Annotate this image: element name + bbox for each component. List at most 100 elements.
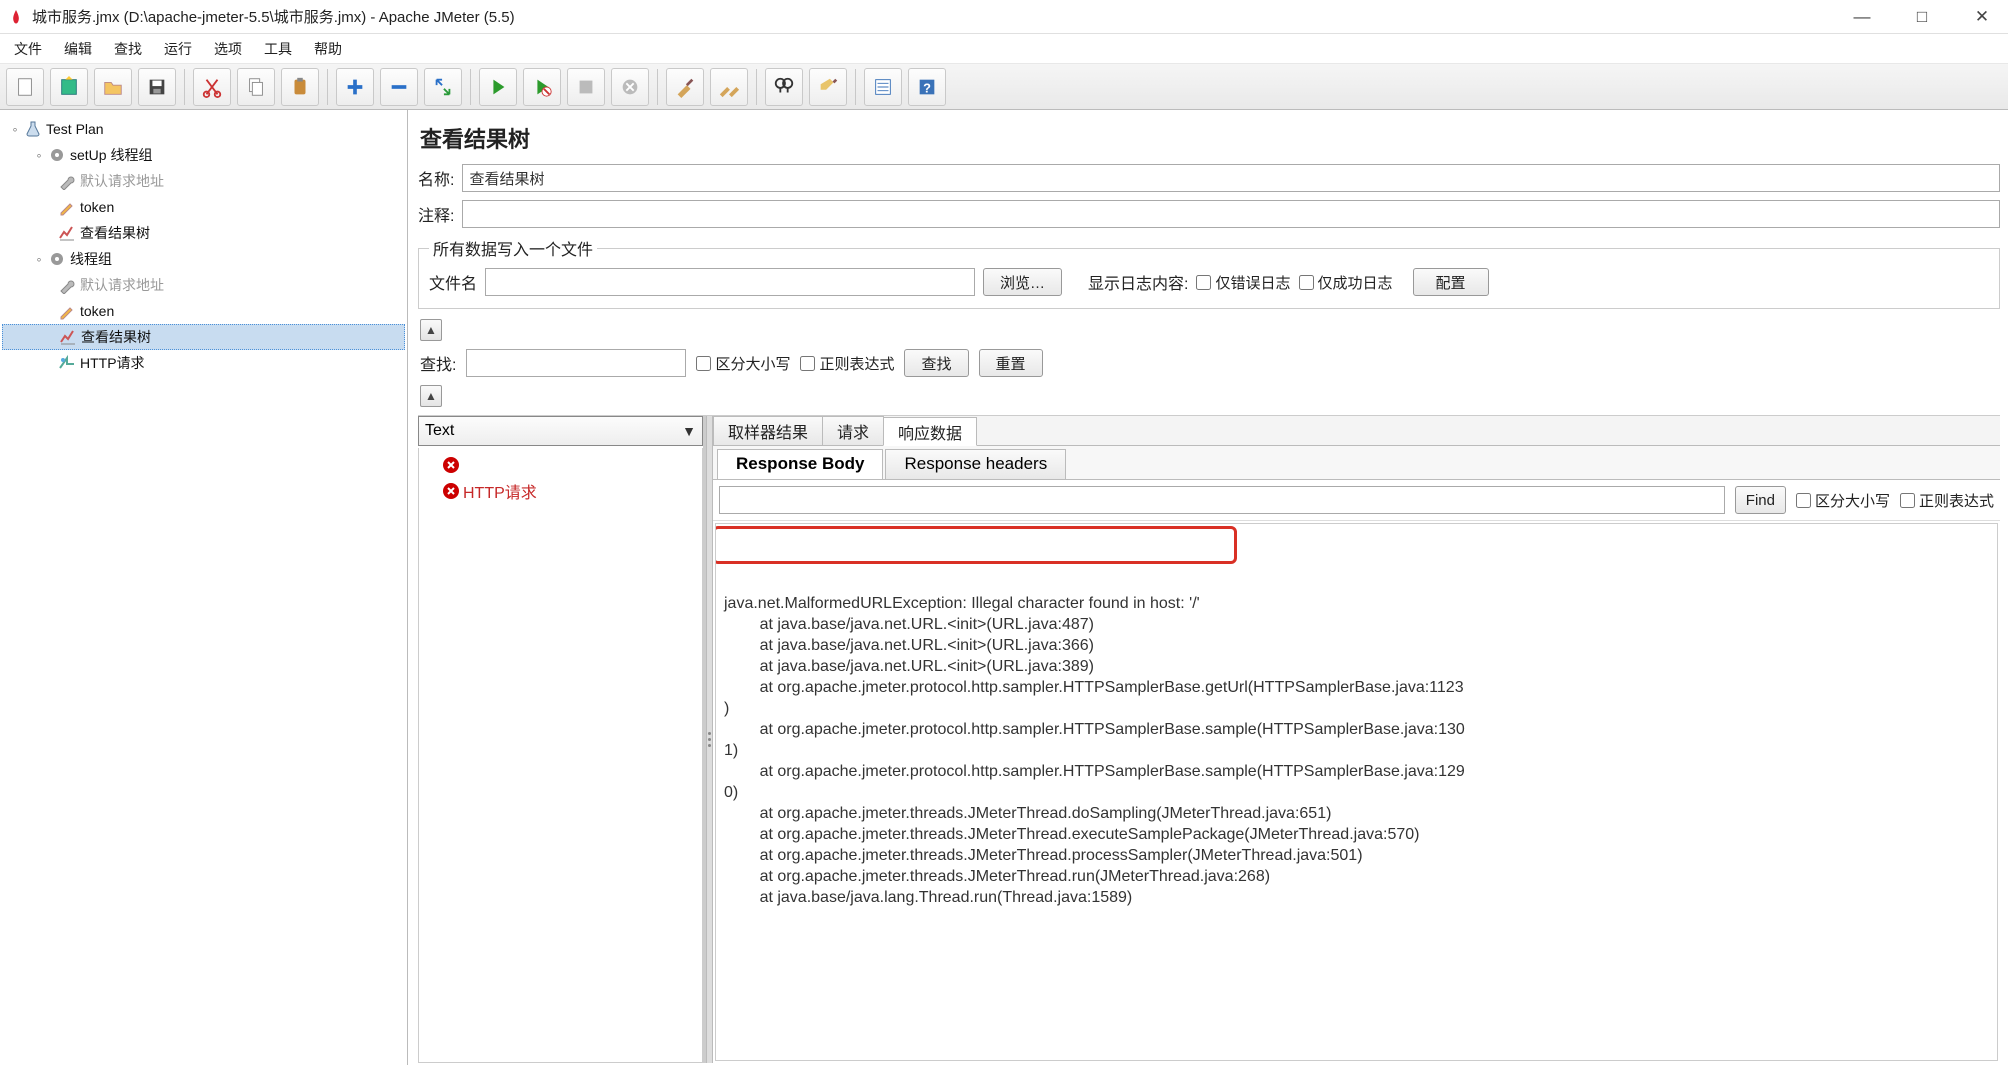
detail-tab[interactable]: 请求 bbox=[822, 416, 884, 445]
detail-tab[interactable]: 取样器结果 bbox=[713, 416, 823, 445]
open-template-icon[interactable] bbox=[50, 68, 88, 106]
tree-node[interactable]: ◦ 线程组 bbox=[2, 246, 405, 272]
right-panel: 查看结果树 名称: 注释: 所有数据写入一个文件 文件名 浏览… 显示日志内容:… bbox=[408, 110, 2008, 1065]
tree-node[interactable]: token bbox=[2, 298, 405, 324]
search-row: 查找: 区分大小写 正则表达式 查找 重置 bbox=[420, 349, 2000, 377]
reset-button[interactable]: 重置 bbox=[979, 349, 1043, 377]
add-icon[interactable] bbox=[336, 68, 374, 106]
tree-toggle-icon[interactable]: ◦ bbox=[34, 150, 44, 160]
tree-node[interactable]: token bbox=[2, 194, 405, 220]
tree-node[interactable]: 默认请求地址 bbox=[2, 168, 405, 194]
renderer-combo[interactable]: Text ▼ bbox=[418, 416, 703, 446]
menu-6[interactable]: 帮助 bbox=[304, 35, 352, 63]
result-item[interactable] bbox=[421, 452, 700, 478]
comment-row: 注释: bbox=[418, 200, 2000, 228]
close-button[interactable]: ✕ bbox=[1972, 7, 1992, 27]
search-case-checkbox[interactable]: 区分大小写 bbox=[696, 353, 790, 374]
detail-tab[interactable]: 响应数据 bbox=[883, 417, 977, 446]
find-regex-checkbox[interactable]: 正则表达式 bbox=[1900, 490, 1994, 511]
clear-icon[interactable] bbox=[666, 68, 704, 106]
browse-button[interactable]: 浏览… bbox=[983, 268, 1062, 296]
toolbar: ? bbox=[0, 64, 2008, 110]
success-only-checkbox[interactable]: 仅成功日志 bbox=[1299, 272, 1393, 293]
clear-all-icon[interactable] bbox=[710, 68, 748, 106]
tree-node[interactable]: ◦Test Plan bbox=[2, 116, 405, 142]
detail-sub-tabs: Response BodyResponse headers bbox=[713, 446, 2000, 480]
collapse-toggle[interactable]: ▲ bbox=[420, 319, 442, 341]
tree-label: 默认请求地址 bbox=[80, 275, 164, 295]
function-helper-icon[interactable] bbox=[864, 68, 902, 106]
comment-input[interactable] bbox=[462, 200, 2000, 228]
stop-icon[interactable] bbox=[567, 68, 605, 106]
name-input[interactable] bbox=[462, 164, 2000, 192]
tree-node[interactable]: HTTP请求 bbox=[2, 350, 405, 376]
paste-icon[interactable] bbox=[281, 68, 319, 106]
wrench-icon bbox=[58, 276, 76, 294]
detail-sub-tab[interactable]: Response Body bbox=[717, 449, 883, 479]
reload-icon[interactable] bbox=[424, 68, 462, 106]
main-area: ◦Test Plan◦setUp 线程组默认请求地址token查看结果树◦线程组… bbox=[0, 110, 2008, 1065]
tree-node[interactable]: 查看结果树 bbox=[2, 220, 405, 246]
search-icon[interactable] bbox=[765, 68, 803, 106]
lower-split: Text ▼ HTTP请求 取样器结果请求响应数据 Response BodyR… bbox=[418, 415, 2000, 1063]
chart-icon bbox=[58, 224, 76, 242]
result-item[interactable]: HTTP请求 bbox=[421, 478, 700, 504]
pencil-icon bbox=[58, 198, 76, 216]
name-row: 名称: bbox=[418, 164, 2000, 192]
result-tree[interactable]: HTTP请求 bbox=[418, 448, 703, 1063]
menu-4[interactable]: 选项 bbox=[204, 35, 252, 63]
menu-5[interactable]: 工具 bbox=[254, 35, 302, 63]
save-icon[interactable] bbox=[138, 68, 176, 106]
error-icon bbox=[443, 483, 459, 499]
menu-1[interactable]: 编辑 bbox=[54, 35, 102, 63]
search-regex-checkbox[interactable]: 正则表达式 bbox=[800, 353, 894, 374]
cut-icon[interactable] bbox=[193, 68, 231, 106]
detail-column: 取样器结果请求响应数据 Response BodyResponse header… bbox=[713, 416, 2000, 1063]
tree-panel[interactable]: ◦Test Plan◦setUp 线程组默认请求地址token查看结果树◦线程组… bbox=[0, 110, 408, 1065]
filename-input[interactable] bbox=[485, 268, 975, 296]
gear-icon bbox=[48, 250, 66, 268]
menu-0[interactable]: 文件 bbox=[4, 35, 52, 63]
errors-only-checkbox[interactable]: 仅错误日志 bbox=[1196, 272, 1290, 293]
detail-tabs: 取样器结果请求响应数据 bbox=[713, 416, 2000, 446]
minimize-button[interactable]: — bbox=[1852, 7, 1872, 27]
play-icon[interactable] bbox=[479, 68, 517, 106]
tree-label: 线程组 bbox=[70, 249, 112, 269]
http-icon bbox=[58, 354, 76, 372]
editor-title: 查看结果树 bbox=[420, 122, 2000, 154]
tree-node[interactable]: 默认请求地址 bbox=[2, 272, 405, 298]
tree-node[interactable]: ◦setUp 线程组 bbox=[2, 142, 405, 168]
copy-icon[interactable] bbox=[237, 68, 275, 106]
file-group-legend: 所有数据写入一个文件 bbox=[429, 236, 597, 260]
find-case-checkbox[interactable]: 区分大小写 bbox=[1796, 490, 1890, 511]
help-icon[interactable]: ? bbox=[908, 68, 946, 106]
find-input[interactable] bbox=[719, 486, 1725, 514]
broom-icon[interactable] bbox=[809, 68, 847, 106]
detail-sub-tab[interactable]: Response headers bbox=[885, 449, 1066, 479]
search-input[interactable] bbox=[466, 349, 686, 377]
find-button[interactable]: Find bbox=[1735, 486, 1786, 514]
tree-node[interactable]: 查看结果树 bbox=[2, 324, 405, 350]
tree-label: 默认请求地址 bbox=[80, 171, 164, 191]
highlight-annotation bbox=[715, 526, 1237, 564]
result-label: HTTP请求 bbox=[463, 479, 537, 503]
name-label: 名称: bbox=[418, 166, 454, 190]
find-row: Find 区分大小写 正则表达式 bbox=[713, 480, 2000, 521]
search-button[interactable]: 查找 bbox=[904, 349, 968, 377]
tree-toggle-icon[interactable]: ◦ bbox=[10, 124, 20, 134]
play-no-timer-icon[interactable] bbox=[523, 68, 561, 106]
response-text: java.net.MalformedURLException: Illegal … bbox=[724, 593, 1989, 908]
splitter-handle[interactable] bbox=[706, 416, 713, 1063]
response-body[interactable]: java.net.MalformedURLException: Illegal … bbox=[715, 523, 1998, 1061]
tree-toggle-icon[interactable]: ◦ bbox=[34, 254, 44, 264]
configure-button[interactable]: 配置 bbox=[1413, 268, 1489, 296]
maximize-button[interactable]: □ bbox=[1912, 7, 1932, 27]
collapse-toggle-2[interactable]: ▲ bbox=[420, 385, 442, 407]
remove-icon[interactable] bbox=[380, 68, 418, 106]
open-icon[interactable] bbox=[94, 68, 132, 106]
log-label: 显示日志内容: bbox=[1088, 270, 1188, 294]
menu-2[interactable]: 查找 bbox=[104, 35, 152, 63]
new-file-icon[interactable] bbox=[6, 68, 44, 106]
shutdown-icon[interactable] bbox=[611, 68, 649, 106]
menu-3[interactable]: 运行 bbox=[154, 35, 202, 63]
